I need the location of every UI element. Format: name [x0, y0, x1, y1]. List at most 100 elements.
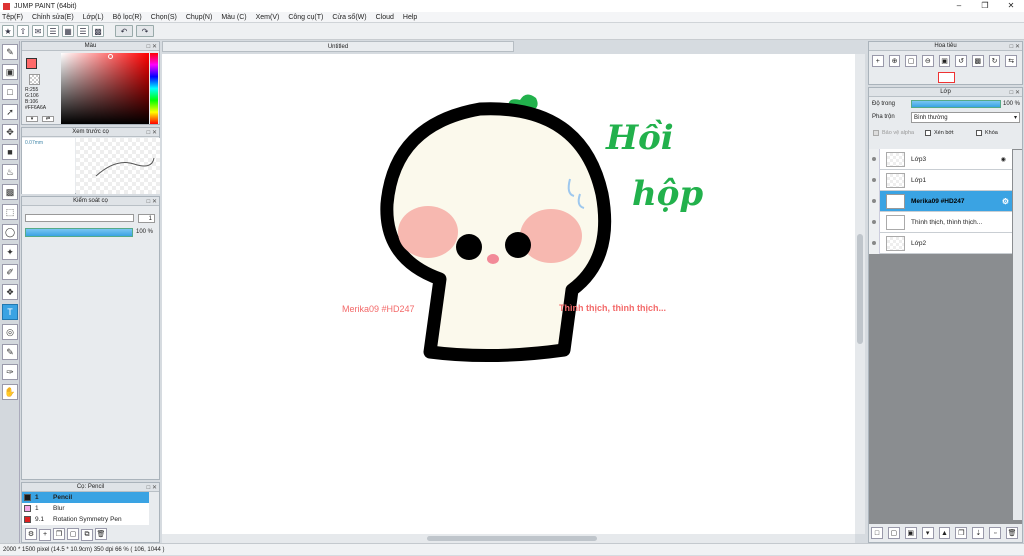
zoom-out-icon[interactable]: ⊖ [922, 55, 934, 67]
divide-tool-icon[interactable]: ✎ [2, 344, 18, 360]
menu-window[interactable]: Cửa sổ(W) [332, 14, 366, 21]
menu-file[interactable]: Tệp(F) [2, 14, 23, 21]
horizontal-scrollbar[interactable] [162, 534, 855, 543]
redo-icon[interactable]: ↷ [136, 25, 154, 37]
new-layer-icon[interactable]: □ [871, 527, 883, 539]
brush-settings-icon[interactable]: ⚙ [25, 528, 37, 540]
zoom-fit-icon[interactable]: ▢ [905, 55, 918, 67]
menu-layer[interactable]: Lớp(L) [83, 14, 104, 21]
eraser-tool-icon[interactable]: ▣ [2, 64, 18, 80]
hand-tool-icon[interactable]: ✋ [2, 384, 18, 400]
flip-icon[interactable]: ⇆ [1005, 55, 1018, 67]
brush-item[interactable]: 9.1 Rotation Symmetry Pen [22, 514, 149, 525]
layer-row[interactable]: Thình thịch, thình thịch... [869, 211, 1012, 233]
maximize-icon[interactable]: ❐ [972, 0, 998, 12]
window-icon[interactable]: ▦ [62, 25, 74, 37]
select-pen-tool-icon[interactable]: ✐ [2, 264, 18, 280]
hue-slider[interactable] [150, 53, 158, 124]
new-vector-layer-icon[interactable]: ▣ [904, 527, 917, 539]
brush-copy-icon[interactable]: ❐ [53, 528, 65, 540]
select-rect-tool-icon[interactable]: ⬚ [2, 204, 18, 220]
lock-checkbox[interactable] [976, 130, 982, 136]
select-eraser-tool-icon[interactable]: ❖ [2, 284, 18, 300]
text-tool-icon[interactable]: T [2, 304, 18, 320]
undo-icon[interactable]: ↶ [115, 25, 133, 37]
comment-icon[interactable]: ☰ [47, 25, 59, 37]
brush-size-slider[interactable] [25, 214, 134, 222]
layer-row-selected[interactable]: Merika09 #HD247 ⚙ [869, 190, 1012, 212]
menu-filter[interactable]: Bộ lọc(R) [113, 14, 142, 21]
zoom-in-icon[interactable]: + [872, 55, 884, 67]
menu-cloud[interactable]: Cloud [376, 14, 394, 21]
layer-scrollbar[interactable] [1013, 150, 1022, 520]
color-reset-button[interactable]: ⇄ [42, 116, 54, 122]
gear-icon[interactable]: ⚙ [1002, 197, 1009, 206]
brush-opacity-slider[interactable] [25, 228, 133, 237]
vertical-scrollbar[interactable] [855, 54, 865, 534]
document-tab[interactable]: Untitled [162, 41, 514, 52]
menu-tools[interactable]: Công cụ(T) [288, 14, 323, 21]
move-tool-icon[interactable]: ✥ [2, 124, 18, 140]
brush-tool-icon[interactable]: ✎ [2, 44, 18, 60]
rotate-left-icon[interactable]: ↺ [955, 55, 968, 67]
layer-folder-icon[interactable]: ▲ [938, 527, 951, 539]
gradient-tool-icon[interactable]: ▩ [2, 184, 18, 200]
canvas-handwriting-hoi[interactable]: Hồi [606, 118, 674, 158]
actual-size-icon[interactable]: ▣ [938, 55, 951, 67]
layer-options-icon[interactable]: ▾ [921, 527, 934, 539]
zoom-in-alt-icon[interactable]: ⊕ [888, 55, 901, 67]
upload-icon[interactable]: ⇧ [17, 25, 29, 37]
minimize-icon[interactable]: – [946, 0, 972, 12]
merge-layer-icon[interactable]: ⇣ [972, 527, 985, 539]
grid-icon[interactable]: ▩ [92, 25, 104, 37]
line-tool-icon[interactable]: ➚ [2, 104, 18, 120]
primary-color-swatch[interactable] [26, 58, 37, 69]
list-icon[interactable]: ☰ [77, 25, 89, 37]
new-layer-alt-icon[interactable]: ▢ [887, 527, 900, 539]
lasso-tool-icon[interactable]: ◯ [2, 224, 18, 240]
menu-view[interactable]: Xem(V) [256, 14, 280, 21]
delete-layer-icon[interactable]: 🗑 [1006, 527, 1019, 539]
chat-icon[interactable]: ✉ [32, 25, 44, 37]
eye-icon[interactable] [869, 190, 880, 212]
eye-icon[interactable] [869, 232, 880, 254]
brush-item[interactable]: 1 Blur [22, 503, 149, 514]
eye-icon[interactable] [869, 211, 880, 233]
navigator-thumbnail[interactable] [938, 72, 955, 83]
rotate-right-icon[interactable]: ↻ [988, 55, 1001, 67]
layer-row[interactable]: Lớp2 [869, 232, 1012, 254]
menu-color[interactable]: Màu (C) [221, 14, 246, 21]
drawing-canvas[interactable]: Merika09 #HD247 Thình thịch, thình thịch… [162, 54, 855, 534]
horizontal-scroll-thumb[interactable] [427, 536, 597, 541]
copy-layer-icon[interactable]: ❐ [955, 527, 968, 539]
secondary-color-swatch[interactable] [29, 74, 40, 85]
new-icon[interactable]: ★ [2, 25, 14, 37]
canvas-text-heartbeat[interactable]: Thình thịch, thình thịch... [559, 303, 666, 313]
canvas-handwriting-hop[interactable]: hộp [632, 174, 703, 214]
brush-delete-icon[interactable]: 🗑 [95, 528, 107, 540]
color-options-button[interactable]: ▾ [26, 116, 38, 122]
eye-icon[interactable] [869, 148, 880, 170]
layer-opacity-slider[interactable] [911, 100, 1001, 108]
brush-duplicate-icon[interactable]: ⧉ [81, 529, 93, 541]
layer-row[interactable]: Lớp1 [869, 169, 1012, 191]
saturation-value-picker[interactable] [61, 53, 149, 124]
brush-add-icon[interactable]: + [39, 528, 51, 541]
menu-edit[interactable]: Chỉnh sửa(E) [32, 14, 74, 21]
menu-capture[interactable]: Chụp(N) [186, 14, 212, 21]
shape-tool-icon[interactable]: ◎ [2, 324, 18, 340]
fill-rect-tool-icon[interactable]: ■ [2, 144, 18, 160]
brush-item[interactable]: 1 Pencil [22, 492, 149, 503]
menu-select[interactable]: Chọn(S) [151, 14, 177, 21]
protect-alpha-checkbox[interactable] [873, 130, 879, 136]
fit-window-icon[interactable]: ▩ [972, 55, 984, 67]
rectangle-tool-icon[interactable]: □ [2, 84, 18, 100]
blend-mode-select[interactable]: Bình thường ▾ [911, 112, 1020, 123]
eyedropper-tool-icon[interactable]: ✑ [2, 364, 18, 380]
clip-checkbox[interactable] [925, 130, 931, 136]
magic-wand-tool-icon[interactable]: ✦ [2, 244, 18, 260]
canvas-text-signature[interactable]: Merika09 #HD247 [342, 304, 415, 314]
layer-row[interactable]: Lớp3 ◉ [869, 148, 1012, 170]
brush-folder-icon[interactable]: ▢ [67, 528, 79, 540]
eye-icon[interactable] [869, 169, 880, 191]
